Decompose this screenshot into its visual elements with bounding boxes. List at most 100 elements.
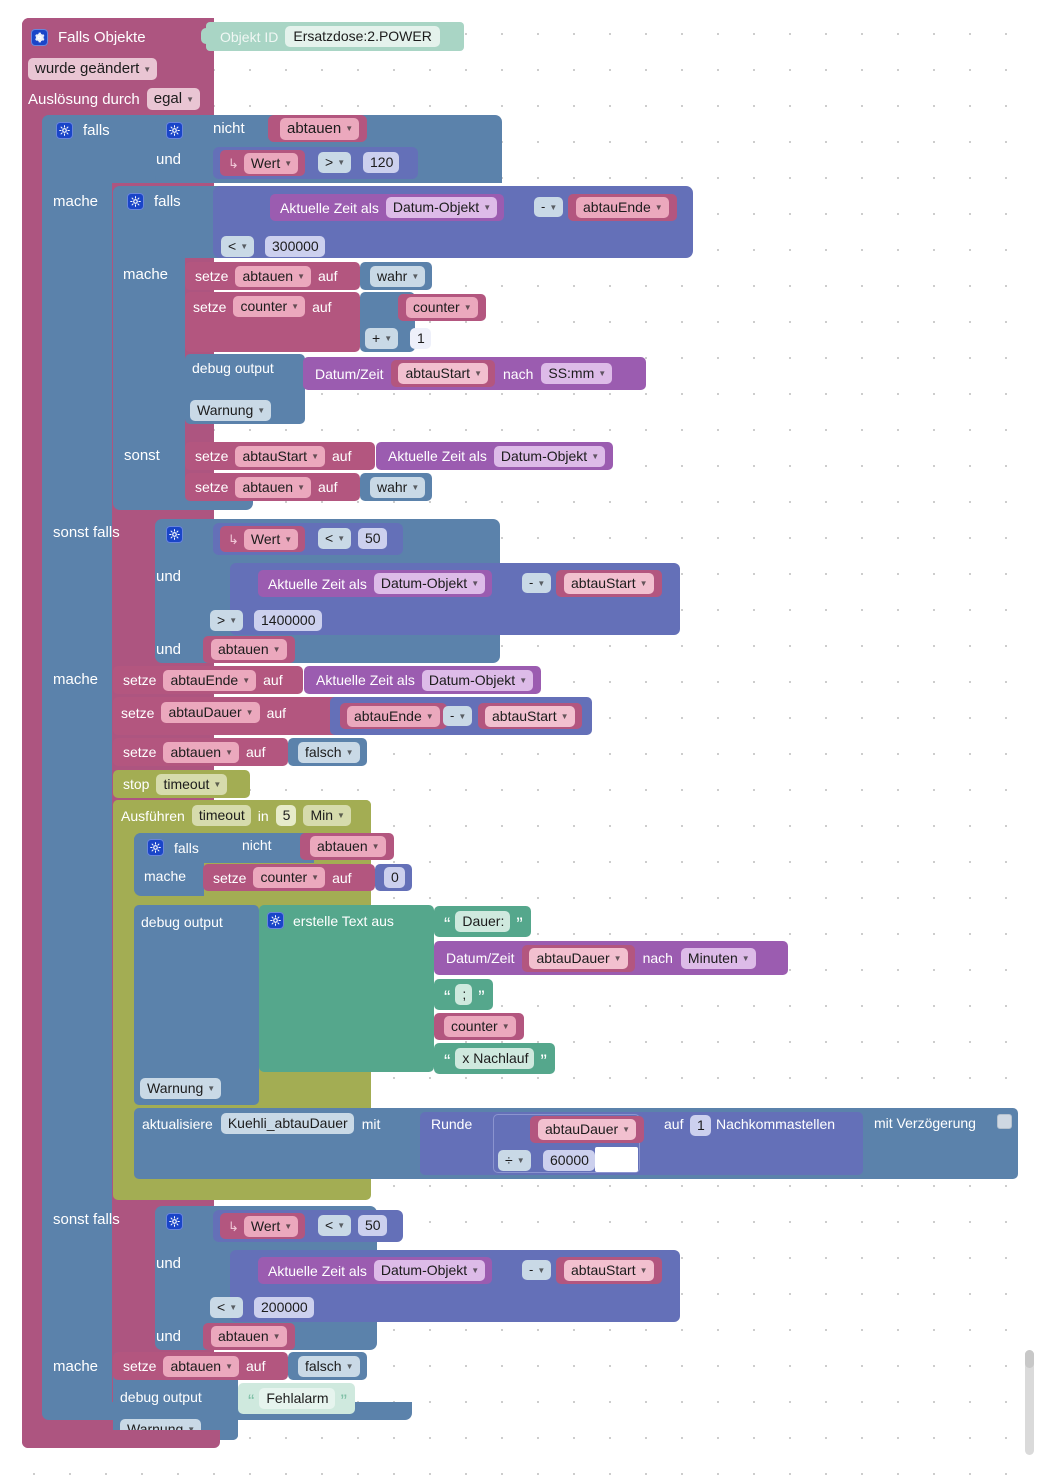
text-literal-dauer[interactable]: “ Dauer: ” [434,906,531,937]
var-field[interactable]: abtauDauer ▼ [529,947,628,969]
vertical-scrollbar-thumb[interactable] [1025,1350,1034,1368]
run-timeout-header[interactable]: Ausführen timeout in 5 Min ▼ [121,805,351,826]
setvar-name-field[interactable]: abtauen ▼ [163,741,239,763]
date-now-block-3[interactable]: Aktuelle Zeit als Datum-Objekt ▼ [258,570,493,597]
date-now-block-1[interactable]: Aktuelle Zeit als Datum-Objekt ▼ [270,194,505,221]
divide-empty-slot[interactable] [595,1147,638,1172]
stop-timeout-block[interactable]: stop timeout ▼ [113,770,250,798]
var-field[interactable]: abtauStart ▼ [564,1260,654,1281]
divide-num-field[interactable]: 60000 [543,1150,595,1171]
bool-wahr-1[interactable]: wahr ▼ [360,262,433,290]
datetime-format-field[interactable]: Minuten ▼ [680,947,756,969]
bool-field[interactable]: falsch ▼ [298,741,360,763]
setvar-abtauen-wahr-2[interactable]: setze abtauen ▼ auf [185,473,360,501]
var-abtauDauer-round[interactable]: abtauDauer ▼ [530,1116,645,1143]
change-mode-field[interactable]: wurde geändert ▼ [28,58,158,80]
blockly-workspace[interactable]: Falls Objekte Objekt ID Ersatzdose:2.POW… [0,0,1038,1482]
run-delay-unit-field[interactable]: Min ▼ [303,805,351,826]
wert-field[interactable]: Wert ▼ [243,528,299,550]
var-abtauStart-3[interactable]: abtauStart ▼ [478,703,582,729]
var-counter-operand[interactable]: counter ▼ [398,294,486,321]
setvar-name-field[interactable]: abtauen ▼ [235,265,311,287]
math-plus-op[interactable]: + ▼ [365,328,399,349]
event-header[interactable]: Falls Objekte [22,18,214,56]
var-counter-in-text[interactable]: counter ▼ [434,1013,524,1040]
gear-icon[interactable] [166,526,183,543]
var-field[interactable]: abtauStart ▼ [485,705,575,727]
compare5-num[interactable]: 50 [358,1215,387,1236]
setvar-name-field[interactable]: counter ▼ [233,296,306,317]
text-literal-fehlalarm[interactable]: “ Fehlalarm ” [238,1383,355,1414]
text-value[interactable]: ; [455,984,473,1005]
text-value[interactable]: x Nachlauf [455,1048,535,1069]
var-abtauen-1[interactable]: abtauen ▼ [268,115,368,142]
trigger-row[interactable]: Auslösung durch egal ▼ [28,88,201,110]
math3-op[interactable]: - ▼ [443,706,473,726]
change-mode-row[interactable]: wurde geändert ▼ [28,58,158,80]
var-field[interactable]: abtauDauer ▼ [538,1119,637,1140]
bool-falsch-2[interactable]: falsch ▼ [288,1352,367,1380]
compare1-num[interactable]: 120 [363,152,400,173]
compare2-op[interactable]: < ▼ [221,236,255,257]
var-field[interactable]: abtauStart ▼ [564,573,654,594]
date-now-block-5[interactable]: Aktuelle Zeit als Datum-Objekt ▼ [258,1257,493,1284]
gear-icon[interactable] [267,912,284,929]
update-target-field[interactable]: Kuehli_abtauDauer [220,1113,354,1134]
object-id-value[interactable]: Ersatzdose:2.POWER [285,26,440,47]
compare4-num[interactable]: 1400000 [254,610,322,631]
date-now-field[interactable]: Datum-Objekt ▼ [373,573,486,594]
and2-gear-row[interactable] [163,523,186,546]
num-zero-block[interactable]: 0 [375,864,412,891]
gear-icon[interactable] [166,1213,183,1230]
var-field[interactable]: counter ▼ [406,297,478,318]
compare6-num[interactable]: 200000 [254,1297,314,1318]
wert-field[interactable]: Wert ▼ [243,152,299,174]
var-abtauen-4[interactable]: abtauen ▼ [203,1323,295,1350]
gear-icon[interactable] [127,193,144,210]
setvar-abtauen-falsch-1[interactable]: setze abtauen ▼ auf [113,738,288,766]
compare1-op[interactable]: > ▼ [318,152,352,173]
datetime-format-field[interactable]: SS:mm ▼ [541,363,613,384]
gear-icon[interactable] [56,122,73,139]
debug-level-field-2[interactable]: Warnung ▼ [140,1078,222,1099]
var-field[interactable]: abtauen ▼ [310,836,386,857]
getstate-wert-3[interactable]: ↳ Wert ▼ [220,1213,306,1239]
bool-wahr-2[interactable]: wahr ▼ [360,473,433,501]
gear-icon[interactable] [147,839,164,856]
run-timeout-name-field[interactable]: timeout [191,805,251,826]
and3-gear-row[interactable] [163,1210,186,1233]
bool-field[interactable]: falsch ▼ [298,1355,360,1377]
math4-op[interactable]: - ▼ [522,1260,552,1280]
round-digits-field[interactable]: 1 [690,1115,711,1136]
var-abtauEnde-1[interactable]: abtauEnde ▼ [568,194,677,221]
var-abtauEnde-2[interactable]: abtauEnde ▼ [340,703,447,729]
var-field[interactable]: abtauen ▼ [211,1326,287,1347]
getstate-wert-2[interactable]: ↳ Wert ▼ [220,526,306,552]
var-field[interactable]: counter ▼ [444,1016,516,1037]
date-now-field[interactable]: Datum-Objekt ▼ [385,197,498,218]
setvar-name-field[interactable]: abtauDauer ▼ [161,702,260,723]
var-abtauen-3[interactable]: abtauen ▼ [300,833,394,860]
text-literal-nachlauf[interactable]: “ x Nachlauf ” [434,1043,555,1074]
object-id-block[interactable]: Objekt ID Ersatzdose:2.POWER [206,22,464,51]
setvar-abtauDauer-row[interactable]: setze abtauDauer ▼ auf [121,702,286,723]
num-field[interactable]: 0 [384,867,405,888]
math1-op[interactable]: - ▼ [534,197,564,217]
var-abtauen-2[interactable]: abtauen ▼ [203,636,295,663]
compare4-op[interactable]: > ▼ [210,610,244,631]
var-field[interactable]: abtauen ▼ [211,639,287,660]
var-abtauDauer-wrapper[interactable]: abtauDauer ▼ [522,944,635,972]
if-timeout-header[interactable]: falls [142,836,204,859]
compare5-op[interactable]: < ▼ [318,1215,352,1236]
setvar-abtauStart-block[interactable]: setze abtauStart ▼ auf [185,442,375,470]
date-now-block-2[interactable]: Aktuelle Zeit als Datum-Objekt ▼ [376,442,614,470]
setvar-counter-zero[interactable]: setze counter ▼ auf [203,864,375,891]
run-delay-number[interactable]: 5 [275,805,297,826]
compare3-num[interactable]: 50 [358,528,387,549]
setvar-abtauEnde-block[interactable]: setze abtauEnde ▼ auf [113,666,303,694]
gear-icon[interactable] [166,122,183,139]
setvar-name-field[interactable]: abtauen ▼ [163,1355,239,1377]
setvar-name-field[interactable]: abtauStart ▼ [235,445,325,467]
mit-verzoegerung-checkbox[interactable] [997,1114,1012,1129]
if2-header[interactable]: falls [121,190,187,213]
